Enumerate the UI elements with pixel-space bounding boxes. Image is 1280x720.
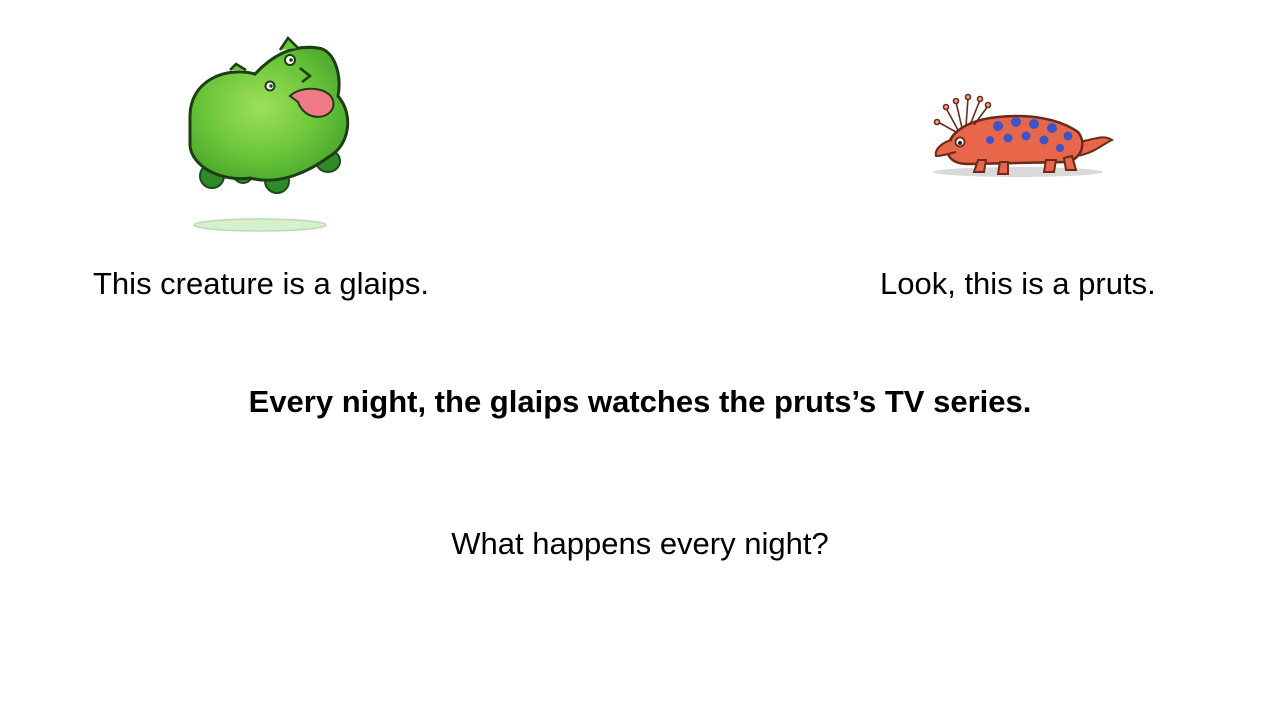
statement-sentence: Every night, the glaips watches the prut… <box>248 384 1032 419</box>
pruts-illustration <box>933 93 1115 177</box>
glaips-illustration <box>188 36 350 232</box>
question-text: What happens every night? <box>451 526 829 561</box>
glaips-shadow <box>193 218 327 232</box>
slide: This creature is a glaips. Look, this is… <box>0 0 1280 720</box>
pruts-caption: Look, this is a pruts. <box>880 266 1156 301</box>
glaips-caption: This creature is a glaips. <box>93 266 429 301</box>
